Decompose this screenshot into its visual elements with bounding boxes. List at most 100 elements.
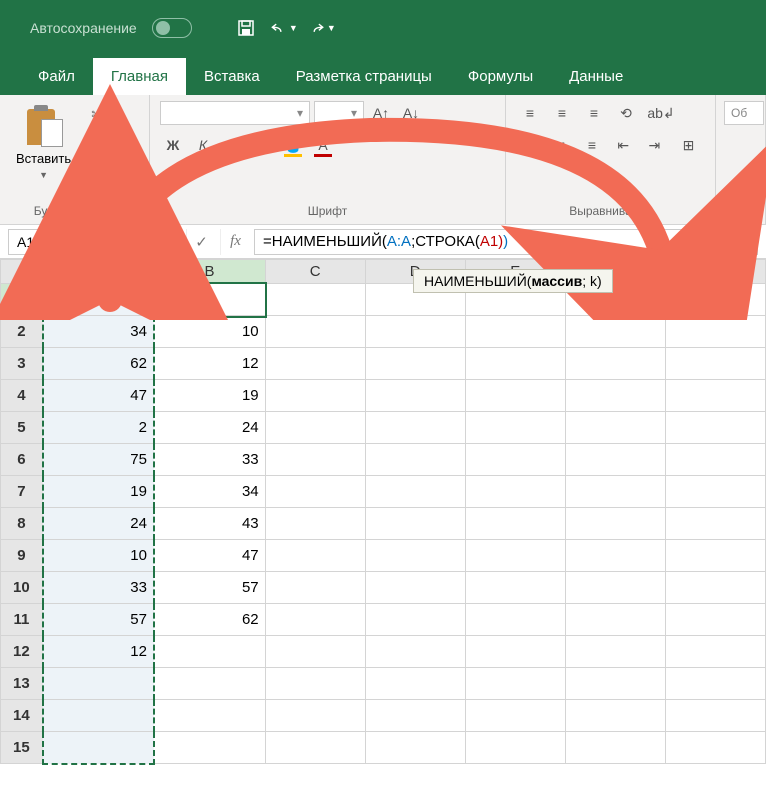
cell-E11[interactable] [465, 604, 565, 636]
cell-D6[interactable] [365, 444, 465, 476]
cell-G9[interactable] [665, 540, 765, 572]
cell-E2[interactable] [465, 316, 565, 348]
cell-F14[interactable] [565, 700, 665, 732]
cell-E12[interactable] [465, 636, 565, 668]
align-right-button[interactable]: ≡ [578, 133, 605, 157]
spreadsheet-grid[interactable]: ABCDEFG143A:A;23410362124471952246753371… [0, 259, 766, 765]
redo-icon[interactable]: ▼ [308, 14, 336, 42]
cell-D13[interactable] [365, 668, 465, 700]
cell-E4[interactable] [465, 380, 565, 412]
autosave-toggle[interactable]: Автосохранение [30, 18, 192, 38]
cell-D14[interactable] [365, 700, 465, 732]
cell-D3[interactable] [365, 348, 465, 380]
cell-A3[interactable]: 62 [43, 348, 154, 380]
cell-G3[interactable] [665, 348, 765, 380]
cell-A8[interactable]: 24 [43, 508, 154, 540]
cell-E14[interactable] [465, 700, 565, 732]
cell-C8[interactable] [265, 508, 365, 540]
cell-G2[interactable] [665, 316, 765, 348]
border-button[interactable]: ▦ [250, 133, 276, 157]
row-header-2[interactable]: 2 [1, 316, 43, 348]
cell-F12[interactable] [565, 636, 665, 668]
cell-B11[interactable]: 62 [154, 604, 265, 636]
cell-D15[interactable] [365, 732, 465, 764]
cell-D8[interactable] [365, 508, 465, 540]
cell-F6[interactable] [565, 444, 665, 476]
row-header-9[interactable]: 9 [1, 540, 43, 572]
tab-insert[interactable]: Вставка [186, 58, 278, 95]
cut-button[interactable]: ✂ [83, 101, 111, 127]
cell-G15[interactable] [665, 732, 765, 764]
cell-B3[interactable]: 12 [154, 348, 265, 380]
cell-G11[interactable] [665, 604, 765, 636]
cell-E15[interactable] [465, 732, 565, 764]
row-header-6[interactable]: 6 [1, 444, 43, 476]
cell-E8[interactable] [465, 508, 565, 540]
orientation-button[interactable]: ⟲ [612, 101, 640, 125]
cell-A9[interactable]: 10 [43, 540, 154, 572]
cell-D2[interactable] [365, 316, 465, 348]
copy-button[interactable]: ⎘ [83, 130, 111, 156]
cell-D9[interactable] [365, 540, 465, 572]
cell-C3[interactable] [265, 348, 365, 380]
tab-layout[interactable]: Разметка страницы [278, 58, 450, 95]
cell-C10[interactable] [265, 572, 365, 604]
cell-D12[interactable] [365, 636, 465, 668]
align-left-button[interactable]: ≡ [516, 133, 543, 157]
cell-B1[interactable]: A:A; [154, 284, 265, 316]
tab-home[interactable]: Главная [93, 58, 186, 95]
formula-accept-button[interactable]: ✓ [186, 229, 216, 255]
cell-C11[interactable] [265, 604, 365, 636]
cell-C13[interactable] [265, 668, 365, 700]
row-header-8[interactable]: 8 [1, 508, 43, 540]
cell-A13[interactable] [43, 668, 154, 700]
cell-B5[interactable]: 24 [154, 412, 265, 444]
cell-F9[interactable] [565, 540, 665, 572]
font-name-select[interactable]: ▾ [160, 101, 310, 125]
cell-G14[interactable] [665, 700, 765, 732]
cell-D5[interactable] [365, 412, 465, 444]
cell-C6[interactable] [265, 444, 365, 476]
row-header-11[interactable]: 11 [1, 604, 43, 636]
formula-input[interactable]: =НАИМЕНЬШИЙ(A:A;СТРОКА(A1)) [254, 229, 758, 255]
decrease-indent-button[interactable]: ⇤ [610, 133, 637, 157]
align-center-button[interactable]: ≡ [547, 133, 574, 157]
cell-F5[interactable] [565, 412, 665, 444]
cell-A5[interactable]: 2 [43, 412, 154, 444]
underline-button[interactable]: Ч [220, 133, 246, 157]
cell-F8[interactable] [565, 508, 665, 540]
col-header-B[interactable]: B [154, 260, 265, 284]
select-all-corner[interactable] [1, 260, 43, 284]
col-header-A[interactable]: A [43, 260, 154, 284]
formula-cancel-button[interactable]: ✕ [152, 229, 182, 255]
align-bottom-button[interactable]: ≡ [580, 101, 608, 125]
cell-G5[interactable] [665, 412, 765, 444]
cell-B8[interactable]: 43 [154, 508, 265, 540]
align-top-button[interactable]: ≡ [516, 101, 544, 125]
cell-B4[interactable]: 19 [154, 380, 265, 412]
cell-E7[interactable] [465, 476, 565, 508]
cell-B9[interactable]: 47 [154, 540, 265, 572]
row-header-1[interactable]: 1 [1, 284, 43, 316]
cell-A1[interactable]: 43 [43, 284, 154, 316]
save-icon[interactable] [232, 14, 260, 42]
cell-E5[interactable] [465, 412, 565, 444]
increase-font-button[interactable]: A↑ [368, 101, 394, 125]
cell-E10[interactable] [465, 572, 565, 604]
cell-G6[interactable] [665, 444, 765, 476]
cell-C9[interactable] [265, 540, 365, 572]
undo-icon[interactable]: ▼ [270, 14, 298, 42]
cell-E9[interactable] [465, 540, 565, 572]
row-header-4[interactable]: 4 [1, 380, 43, 412]
cell-E13[interactable] [465, 668, 565, 700]
cell-B6[interactable]: 33 [154, 444, 265, 476]
row-header-7[interactable]: 7 [1, 476, 43, 508]
row-header-12[interactable]: 12 [1, 636, 43, 668]
number-format-select[interactable]: Об [724, 101, 764, 125]
cell-D11[interactable] [365, 604, 465, 636]
cell-C14[interactable] [265, 700, 365, 732]
cell-B14[interactable] [154, 700, 265, 732]
cell-G8[interactable] [665, 508, 765, 540]
font-size-select[interactable]: ▾ [314, 101, 364, 125]
cell-B12[interactable] [154, 636, 265, 668]
